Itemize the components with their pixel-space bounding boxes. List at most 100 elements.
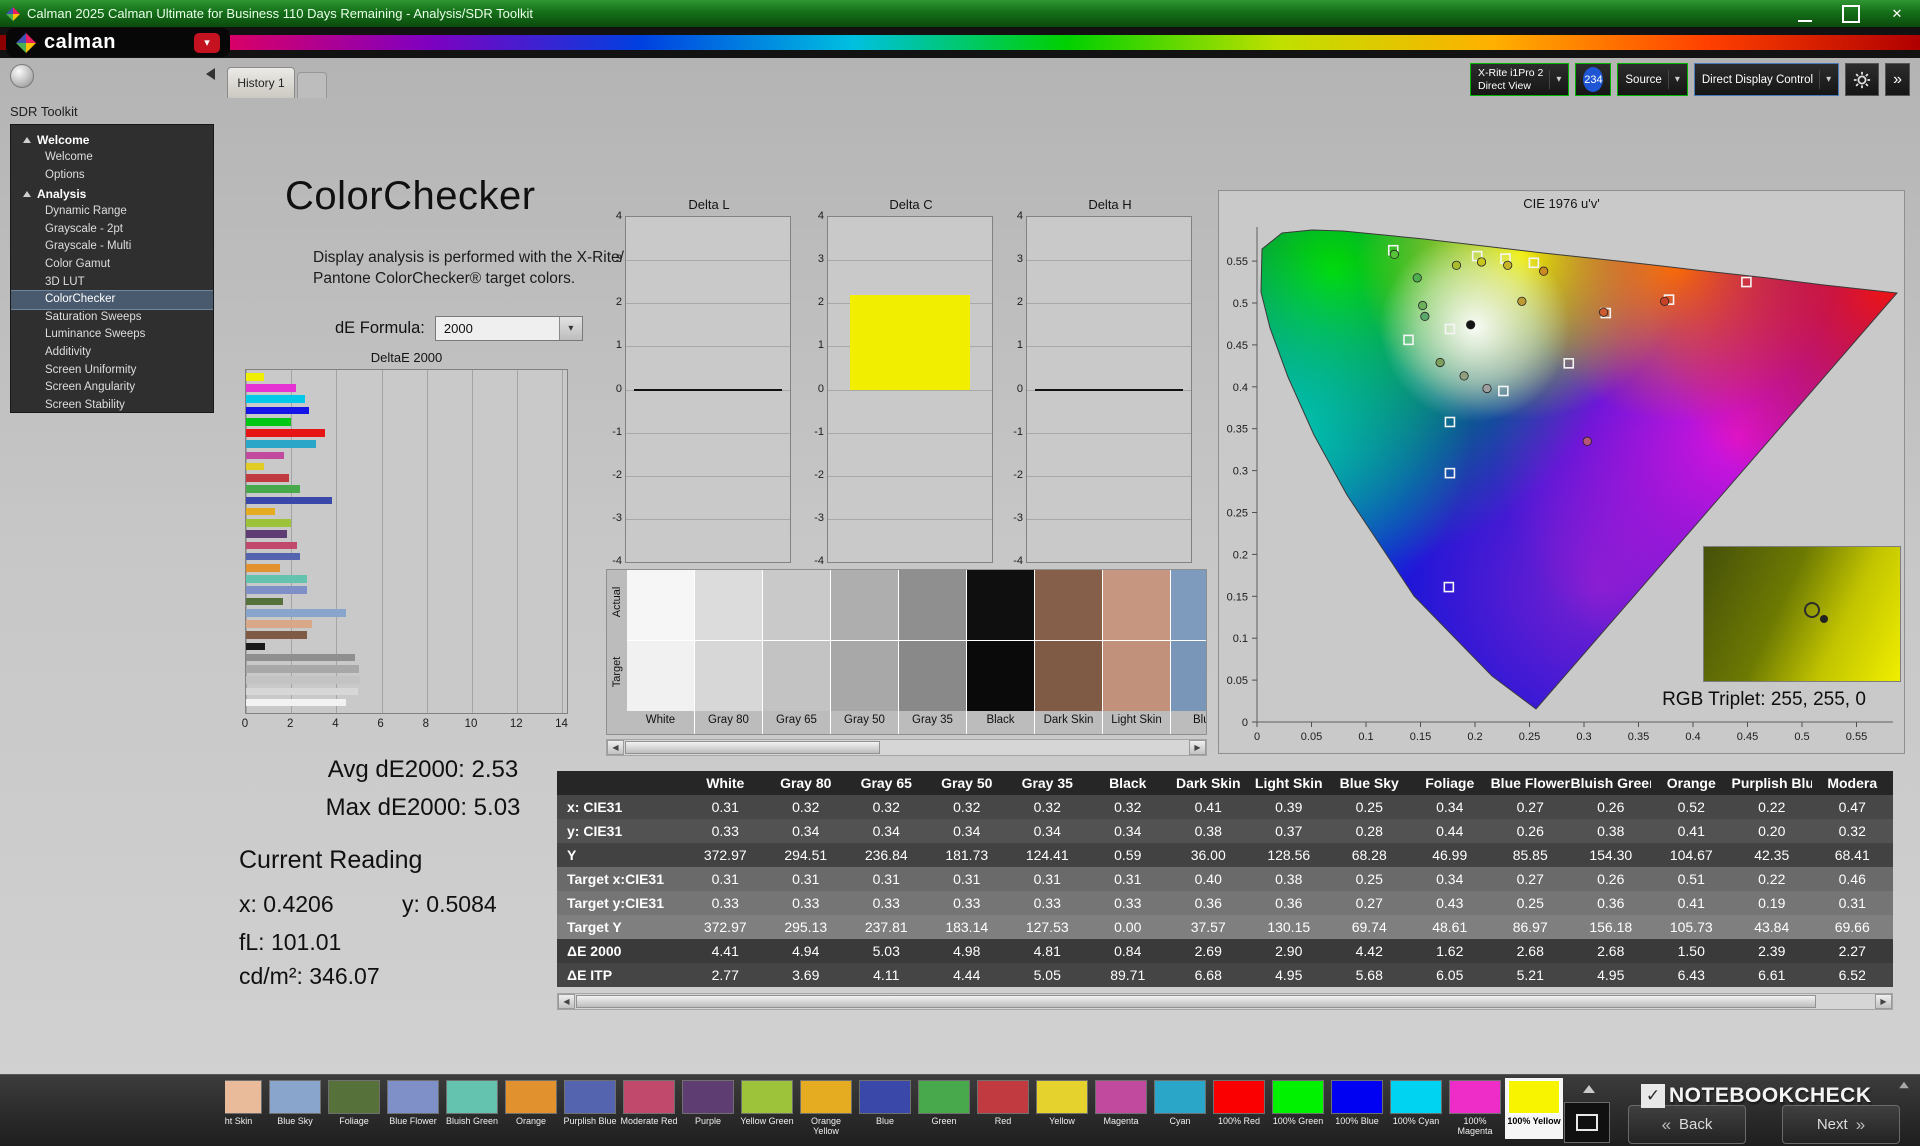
current-reading-xy: x: 0.4206 y: 0.5084 [239, 891, 497, 918]
axis-tick-label: 2 [279, 718, 301, 730]
swatch-label: Gray 80 [695, 711, 762, 734]
svg-text:0.5: 0.5 [1794, 731, 1809, 743]
pattern-button-magenta[interactable]: Magenta [1092, 1078, 1150, 1139]
back-button[interactable]: « Back [1628, 1105, 1746, 1144]
pattern-swatch [977, 1080, 1029, 1114]
sidebar-item-screen-angularity[interactable]: Screen Angularity [11, 379, 213, 397]
expand-toolbar-button[interactable]: » [1885, 63, 1910, 96]
settings-button[interactable] [1845, 63, 1879, 96]
table-cell: 0.31 [1007, 867, 1088, 891]
swatch-label: White [627, 711, 694, 734]
deltae-bar-100-magenta [246, 384, 296, 392]
table-cell: 43.84 [1732, 915, 1813, 939]
new-tab-button[interactable] [297, 72, 327, 98]
svg-text:0.2: 0.2 [1233, 549, 1248, 561]
sidebar-collapse-icon[interactable] [206, 68, 215, 80]
pattern-button-100-cyan[interactable]: 100% Cyan [1387, 1078, 1445, 1139]
scroll-right-icon[interactable]: ▶ [1875, 994, 1892, 1009]
table-cell: 236.84 [846, 843, 927, 867]
pattern-list-up-button[interactable] [1572, 1080, 1606, 1098]
calman-menu-button[interactable]: ▾ [194, 33, 220, 53]
pattern-button-green[interactable]: Green [915, 1078, 973, 1139]
table-cell: 154.30 [1571, 843, 1652, 867]
table-cell: 0.44 [1410, 819, 1491, 843]
pattern-button-cyan[interactable]: Cyan [1151, 1078, 1209, 1139]
source-select[interactable]: Source ▾ [1617, 63, 1687, 96]
grid-line [1027, 476, 1191, 477]
sidebar-item-dynamic-range[interactable]: Dynamic Range [11, 203, 213, 221]
pattern-button-blue-sky[interactable]: Blue Sky [266, 1078, 324, 1139]
de-formula-select[interactable]: 2000 ▾ [435, 316, 583, 341]
sidebar-item-saturation-sweeps[interactable]: Saturation Sweeps [11, 309, 213, 327]
table-cell: 4.95 [1571, 963, 1652, 987]
sidebar-item-3d-lut[interactable]: 3D LUT [11, 274, 213, 292]
close-button[interactable]: ✕ [1890, 7, 1904, 21]
pattern-button-purple[interactable]: Purple [679, 1078, 737, 1139]
sidebar-section-welcome[interactable]: Welcome [11, 130, 213, 149]
table-cell: 372.97 [685, 843, 766, 867]
meter-select[interactable]: X-Rite i1Pro 2 Direct View ▾ [1470, 63, 1569, 96]
sidebar-item-additivity[interactable]: Additivity [11, 344, 213, 362]
pattern-window-button[interactable] [1564, 1102, 1610, 1143]
pattern-swatch [446, 1080, 498, 1114]
table-row-label: Target Y [557, 915, 685, 939]
display-control-select[interactable]: Direct Display Control ▾ [1694, 63, 1839, 96]
table-cell: 0.22 [1732, 867, 1813, 891]
pattern-button-100-blue[interactable]: 100% Blue [1328, 1078, 1386, 1139]
pattern-button-100-yellow[interactable]: 100% Yellow [1505, 1078, 1563, 1139]
sidebar-section-analysis[interactable]: Analysis [11, 184, 213, 203]
table-cell: 0.34 [1088, 819, 1169, 843]
pattern-button-yellow[interactable]: Yellow [1033, 1078, 1091, 1139]
scroll-left-icon[interactable]: ◀ [558, 994, 575, 1009]
pattern-button-yellow-green[interactable]: Yellow Green [738, 1078, 796, 1139]
sidebar-item-color-gamut[interactable]: Color Gamut [11, 256, 213, 274]
maximize-button[interactable] [1842, 5, 1860, 23]
pattern-button-bluish-green[interactable]: Bluish Green [443, 1078, 501, 1139]
sidebar-item-grayscale-2pt[interactable]: Grayscale - 2pt [11, 221, 213, 239]
scroll-right-icon[interactable]: ▶ [1189, 740, 1206, 755]
sidebar-item-options[interactable]: Options [11, 167, 213, 185]
sidebar-item-welcome[interactable]: Welcome [11, 149, 213, 167]
grid-line [828, 476, 992, 477]
table-scrollbar[interactable]: ◀ ▶ [557, 993, 1893, 1010]
pattern-button-red[interactable]: Red [974, 1078, 1032, 1139]
pattern-button-100-red[interactable]: 100% Red [1210, 1078, 1268, 1139]
svg-text:0.2: 0.2 [1467, 731, 1482, 743]
pattern-button-ght-skin[interactable]: ght Skin [225, 1078, 265, 1139]
results-table: WhiteGray 80Gray 65Gray 50Gray 35BlackDa… [557, 771, 1893, 987]
scrollbar-thumb[interactable] [625, 741, 880, 754]
pattern-button-moderate-red[interactable]: Moderate Red [620, 1078, 678, 1139]
pattern-button-orange[interactable]: Orange [502, 1078, 560, 1139]
pattern-button-purplish-blue[interactable]: Purplish Blue [561, 1078, 619, 1139]
table-col-header: Orange [1651, 771, 1732, 795]
minimize-button[interactable] [1798, 6, 1812, 22]
panel-handle-button[interactable] [10, 64, 34, 88]
table-row-label: ΔE 2000 [557, 939, 685, 963]
deltae-bar-blue [246, 497, 332, 505]
pattern-button-100-green[interactable]: 100% Green [1269, 1078, 1327, 1139]
pattern-button-orange-yellow[interactable]: Orange Yellow [797, 1078, 855, 1139]
table-cell: 48.61 [1410, 915, 1491, 939]
swatch-scrollbar[interactable]: ◀ ▶ [606, 739, 1207, 756]
collapse-bar-button[interactable] [1898, 1081, 1910, 1089]
sidebar-item-screen-stability[interactable]: Screen Stability [11, 397, 213, 413]
pattern-button-foliage[interactable]: Foliage [325, 1078, 383, 1139]
next-button[interactable]: Next » [1782, 1105, 1900, 1144]
axis-tick-label: 1 [802, 339, 824, 351]
meter-count-button[interactable]: 234 [1575, 63, 1611, 96]
tab-history-1[interactable]: History 1 [227, 67, 295, 98]
sidebar-item-grayscale-multi[interactable]: Grayscale - Multi [11, 238, 213, 256]
sidebar-item-colorchecker[interactable]: ColorChecker [11, 291, 213, 309]
sidebar-item-screen-uniformity[interactable]: Screen Uniformity [11, 362, 213, 380]
pattern-label: Blue Sky [266, 1115, 324, 1139]
pattern-button-blue-flower[interactable]: Blue Flower [384, 1078, 442, 1139]
brand-name: calman [44, 31, 116, 54]
table-cell: 1.50 [1651, 939, 1732, 963]
sidebar-item-luminance-sweeps[interactable]: Luminance Sweeps [11, 326, 213, 344]
delta-trace [1035, 389, 1183, 391]
scrollbar-thumb[interactable] [576, 995, 1816, 1008]
pattern-button-blue[interactable]: Blue [856, 1078, 914, 1139]
pattern-button-100-magenta[interactable]: 100% Magenta [1446, 1078, 1504, 1139]
notebookcheck-watermark: ✓ NOTEBOOKCHECK [1641, 1084, 1872, 1108]
scroll-left-icon[interactable]: ◀ [607, 740, 624, 755]
